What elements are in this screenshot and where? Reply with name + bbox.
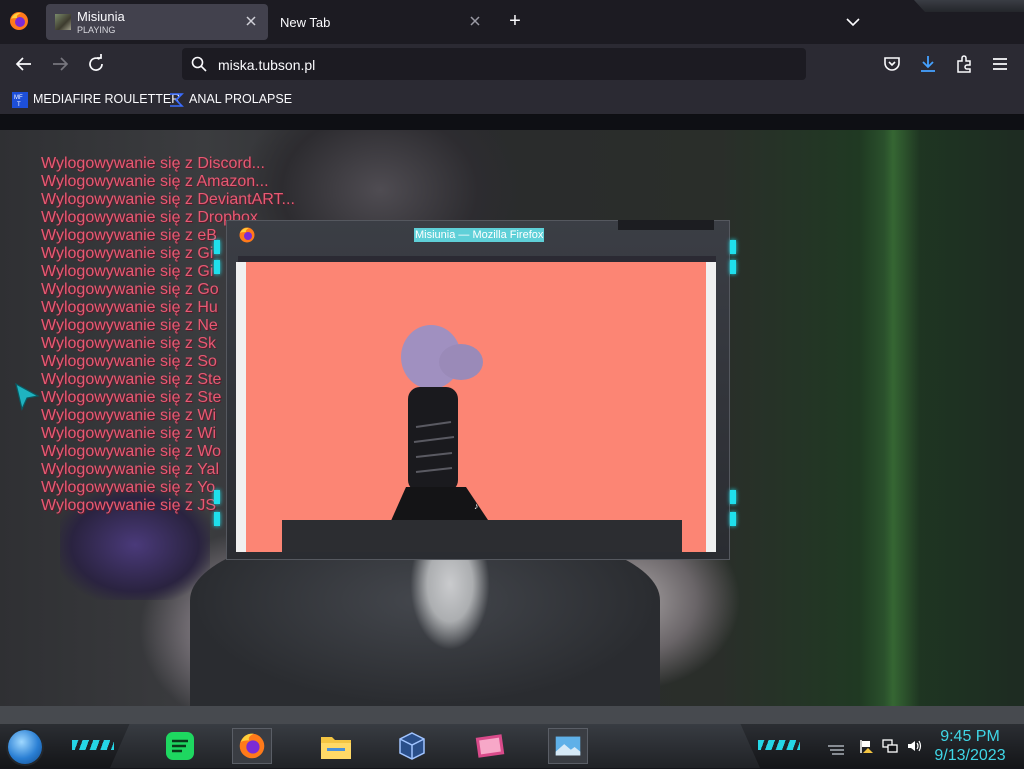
- virtualbox-icon: [399, 732, 425, 760]
- taskbar-top-band: [0, 706, 1024, 727]
- taskbar-handle-icon[interactable]: [826, 742, 846, 758]
- window-corner-decoration: [914, 0, 1024, 12]
- page-top-strip: [0, 115, 1024, 130]
- media-app-icon: [475, 734, 505, 758]
- logout-line: Wylogowywanie się z Discord...: [41, 155, 265, 172]
- chevron-down-icon[interactable]: [842, 12, 864, 32]
- taskbar-center-plate: [110, 724, 760, 768]
- bookmarks-toolbar: MF T MEDIAFIRE ROULETTER ANAL PROLAPSE: [0, 84, 1024, 115]
- taskbar: 9:45 PM 9/13/2023: [0, 724, 1024, 768]
- close-tab-icon[interactable]: [468, 14, 482, 28]
- bookmark-label: ANAL PROLAPSE: [189, 92, 293, 106]
- svg-text:MF: MF: [14, 95, 23, 101]
- taskbar-chevrons: [72, 740, 114, 750]
- frame-accent-light: [214, 240, 220, 254]
- url-input[interactable]: [216, 54, 780, 76]
- action-center-flag-icon[interactable]: [858, 738, 874, 754]
- popup-title-notch: [618, 220, 714, 230]
- clock-date: 9/13/2023: [934, 747, 1006, 764]
- tab-playing-status: PLAYING: [77, 25, 116, 35]
- green-light-streak: [860, 130, 920, 706]
- popup-window-title: Misiunia — Mozilla Firefox: [414, 228, 545, 242]
- dancing-figure: ♪: [386, 325, 496, 532]
- hamburger-menu-icon[interactable]: [988, 52, 1012, 76]
- sigma-icon: [170, 92, 184, 107]
- search-icon: [191, 56, 207, 72]
- file-explorer-taskbar-button[interactable]: [316, 728, 356, 764]
- system-clock[interactable]: 9:45 PM 9/13/2023: [920, 727, 1020, 765]
- tab-title: New Tab: [280, 15, 331, 30]
- media-app-taskbar-button[interactable]: [470, 728, 510, 764]
- frame-accent-light: [730, 240, 736, 254]
- extensions-icon[interactable]: [952, 52, 976, 76]
- tab-new-tab[interactable]: New Tab: [270, 4, 492, 40]
- bookmark-label: MEDIAFIRE ROULETTER: [33, 92, 181, 106]
- video-player[interactable]: ♪: [246, 262, 706, 552]
- start-orb-button[interactable]: [8, 730, 42, 764]
- virtualbox-taskbar-button[interactable]: [392, 728, 432, 764]
- frame-accent-light: [730, 512, 736, 526]
- bookmark-second[interactable]: ANAL PROLAPSE: [168, 90, 292, 108]
- clock-time: 9:45 PM: [940, 728, 1000, 745]
- spotify-taskbar-button[interactable]: [160, 728, 200, 764]
- logout-line: Wylogowywanie się z Amazon...: [41, 173, 269, 190]
- frame-accent-light: [214, 512, 220, 526]
- popup-browser-window[interactable]: Misiunia — Mozilla Firefox ♪: [214, 220, 736, 560]
- firefox-menu-icon[interactable]: [8, 10, 30, 32]
- firefox-icon: [239, 227, 255, 243]
- frame-accent-light: [214, 260, 220, 274]
- firefox-icon: [239, 733, 265, 759]
- bookmark-mediafire[interactable]: MF T MEDIAFIRE ROULETTER: [12, 90, 180, 108]
- tab-title: Misiunia: [77, 9, 125, 24]
- logout-line: Wylogowywanie się z DeviantART...: [41, 191, 295, 208]
- taskbar-chevrons: [758, 740, 800, 750]
- navigation-toolbar: [0, 44, 1024, 84]
- firefox-taskbar-button[interactable]: [232, 728, 272, 764]
- cursor-arrow-icon: [15, 382, 40, 411]
- tab-bar: Misiunia PLAYING New Tab +: [0, 0, 1024, 44]
- address-bar[interactable]: [182, 48, 806, 80]
- tab-favicon: [55, 14, 71, 30]
- back-arrow-icon[interactable]: [12, 52, 36, 76]
- popup-page-content: ♪: [236, 262, 716, 552]
- new-tab-button[interactable]: +: [504, 11, 526, 33]
- close-tab-icon[interactable]: [244, 14, 258, 28]
- downloads-icon[interactable]: [916, 52, 940, 76]
- forward-arrow-icon[interactable]: [48, 52, 72, 76]
- pocket-icon[interactable]: [880, 52, 904, 76]
- reload-icon[interactable]: [84, 52, 108, 76]
- photos-icon: [555, 736, 581, 756]
- file-explorer-icon: [321, 737, 351, 759]
- spotify-icon: [166, 732, 194, 760]
- svg-text:♪: ♪: [474, 501, 479, 511]
- tab-misiunia[interactable]: Misiunia PLAYING: [46, 4, 268, 40]
- frame-accent-light: [214, 490, 220, 504]
- photos-taskbar-button[interactable]: [548, 728, 588, 764]
- mediafire-icon: MFT: [12, 91, 28, 108]
- network-icon[interactable]: [882, 738, 898, 754]
- svg-text:T: T: [17, 102, 21, 108]
- frame-accent-light: [730, 490, 736, 504]
- video-bottom-bar: [282, 520, 682, 552]
- frame-accent-light: [730, 260, 736, 274]
